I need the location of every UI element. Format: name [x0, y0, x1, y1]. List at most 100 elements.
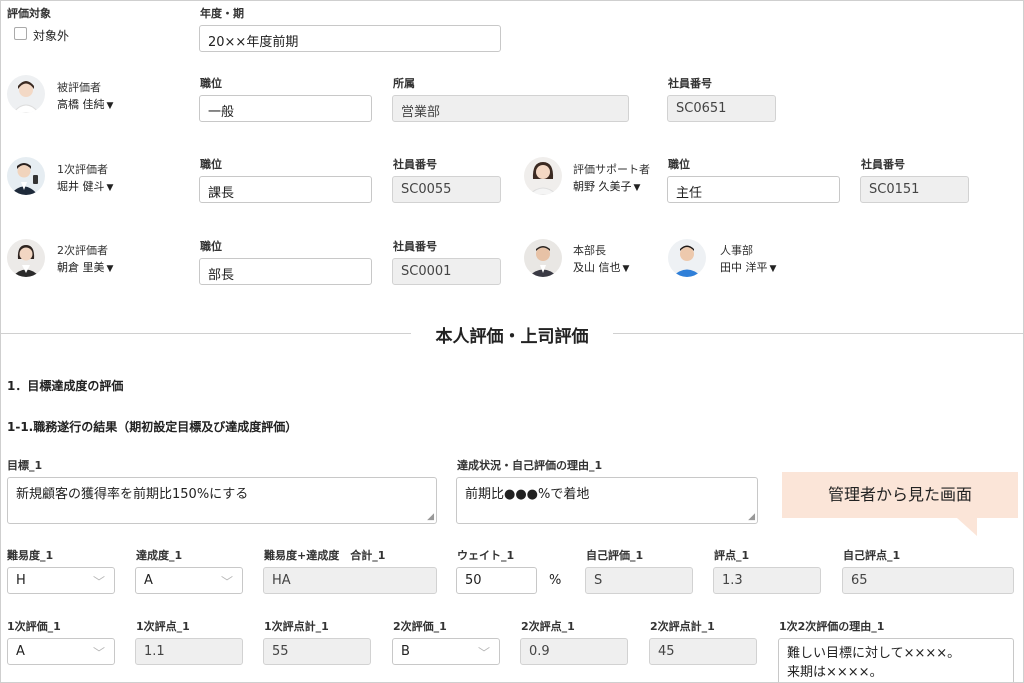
dropdown-triangle-icon: ▼ [106, 264, 114, 274]
sum2-label: 2次評点計_1 [650, 620, 715, 633]
dropdown-triangle-icon: ▼ [633, 183, 641, 193]
achievement-label: 達成度_1 [136, 549, 183, 562]
resize-grip-icon[interactable]: ◢ [427, 513, 434, 522]
sum1-field: 55 [263, 638, 371, 665]
support-position-field[interactable]: 主任 [667, 176, 840, 203]
status-label: 達成状況・自己評価の理由_1 [457, 459, 603, 472]
first-emp-label: 社員番号 [393, 158, 437, 171]
self-score-label: 自己評点_1 [843, 549, 901, 562]
evaluatee-name[interactable]: 高橋 佳純 ▼ [57, 96, 113, 112]
section-title: 本人評価・上司評価 [435, 327, 589, 347]
difficulty-select[interactable]: H ﹀ [7, 567, 115, 594]
heading-job-result: 1-1.職務遂行の結果（期初設定目標及び達成度評価） [7, 420, 298, 434]
total-field: HA [263, 567, 437, 594]
weight-label: ウェイト_1 [457, 549, 515, 562]
self-eval-label: 自己評価_1 [586, 549, 644, 562]
total-label: 難易度+達成度 合計_1 [264, 549, 386, 562]
dropdown-triangle-icon: ▼ [769, 264, 777, 274]
eval1-select[interactable]: A ﹀ [7, 638, 115, 665]
first-evaluator-name-text: 堀井 健斗 [57, 180, 105, 193]
chevron-down-icon: ﹀ [92, 575, 105, 589]
second-evaluator-avatar [7, 239, 45, 277]
exclude-label: 対象外 [33, 29, 70, 43]
second-evaluator-role: 2次評価者 [57, 244, 108, 257]
head-name[interactable]: 及山 信也 ▼ [573, 259, 629, 275]
callout-admin-view: 管理者から見た画面 [782, 472, 1018, 518]
evaluatee-role: 被評価者 [57, 81, 101, 94]
first-emp-field: SC0055 [392, 176, 501, 203]
period-label: 年度・期 [200, 7, 244, 20]
weight-field[interactable]: 50 [456, 567, 537, 594]
support-name[interactable]: 朝野 久美子 ▼ [573, 178, 640, 194]
self-eval-field: S [585, 567, 693, 594]
target-label: 評価対象 [7, 7, 51, 20]
dropdown-triangle-icon: ▼ [106, 101, 114, 111]
evaluatee-position-label: 職位 [200, 77, 222, 90]
difficulty-value: H [16, 573, 26, 588]
difficulty-label: 難易度_1 [7, 549, 54, 562]
sum1-label: 1次評点計_1 [264, 620, 329, 633]
reason-line-2: 来期は××××。 [787, 665, 883, 680]
sum2-field: 45 [649, 638, 757, 665]
first-position-label: 職位 [200, 158, 222, 171]
support-emp-label: 社員番号 [861, 158, 905, 171]
score2-label: 2次評点_1 [521, 620, 575, 633]
weight-unit: % [549, 573, 562, 588]
second-position-label: 職位 [200, 240, 222, 253]
eval2-label: 2次評価_1 [393, 620, 447, 633]
reason-line-1: 難しい目標に対して××××。 [787, 646, 961, 661]
score1-field: 1.1 [135, 638, 243, 665]
hr-name[interactable]: 田中 洋平 ▼ [720, 259, 776, 275]
evaluatee-dept-label: 所属 [393, 77, 415, 90]
second-position-field[interactable]: 部長 [199, 258, 372, 285]
support-position-label: 職位 [668, 158, 690, 171]
first-position-field[interactable]: 課長 [199, 176, 372, 203]
evaluatee-dept-field: 営業部 [392, 95, 629, 122]
goal-textarea[interactable]: 新規顧客の獲得率を前期比150%にする ◢ [7, 477, 437, 524]
achievement-value: A [144, 573, 153, 588]
support-role: 評価サポート者 [573, 163, 650, 176]
period-field[interactable]: 20××年度前期 [199, 25, 501, 52]
score2-field: 0.9 [520, 638, 628, 665]
achievement-select[interactable]: A ﹀ [135, 567, 243, 594]
second-emp-field: SC0001 [392, 258, 501, 285]
score-field: 1.3 [713, 567, 821, 594]
support-name-text: 朝野 久美子 [573, 180, 632, 193]
evaluatee-avatar [7, 75, 45, 113]
head-avatar [524, 239, 562, 277]
exclude-checkbox[interactable] [14, 27, 27, 40]
first-evaluator-name[interactable]: 堀井 健斗 ▼ [57, 178, 113, 194]
evaluatee-position-field[interactable]: 一般 [199, 95, 372, 122]
status-text: 前期比●●●%で着地 [465, 487, 590, 502]
hr-name-text: 田中 洋平 [720, 261, 768, 274]
evaluation-form: 評価対象 対象外 年度・期 20××年度前期 被評価者 高橋 佳純 ▼ 職位 一般… [0, 0, 1024, 683]
head-role: 本部長 [573, 244, 606, 257]
second-evaluator-name[interactable]: 朝倉 里美 ▼ [57, 259, 113, 275]
chevron-down-icon: ﹀ [477, 646, 490, 660]
resize-grip-icon[interactable]: ◢ [748, 513, 755, 522]
section-divider-left [1, 333, 411, 334]
second-emp-label: 社員番号 [393, 240, 437, 253]
first-evaluator-avatar [7, 157, 45, 195]
dropdown-triangle-icon: ▼ [622, 264, 630, 274]
eval2-select[interactable]: B ﹀ [392, 638, 500, 665]
goal-label: 目標_1 [7, 459, 43, 472]
evaluatee-emp-label: 社員番号 [668, 77, 712, 90]
eval2-value: B [401, 644, 410, 659]
head-name-text: 及山 信也 [573, 261, 621, 274]
support-emp-field: SC0151 [860, 176, 969, 203]
status-textarea[interactable]: 前期比●●●%で着地 ◢ [456, 477, 758, 524]
first-evaluator-role: 1次評価者 [57, 163, 108, 176]
evaluatee-emp-field: SC0651 [667, 95, 776, 122]
score-label: 評点_1 [714, 549, 750, 562]
reason-label: 1次2次評価の理由_1 [779, 620, 885, 633]
support-avatar [524, 157, 562, 195]
section-divider-right [613, 333, 1023, 334]
callout-tail [957, 518, 977, 536]
chevron-down-icon: ﹀ [220, 575, 233, 589]
self-score-field: 65 [842, 567, 1014, 594]
hr-role: 人事部 [720, 244, 753, 257]
reason-textarea[interactable]: 難しい目標に対して××××。 来期は××××。 [778, 638, 1014, 682]
hr-avatar [668, 239, 706, 277]
score1-label: 1次評点_1 [136, 620, 190, 633]
